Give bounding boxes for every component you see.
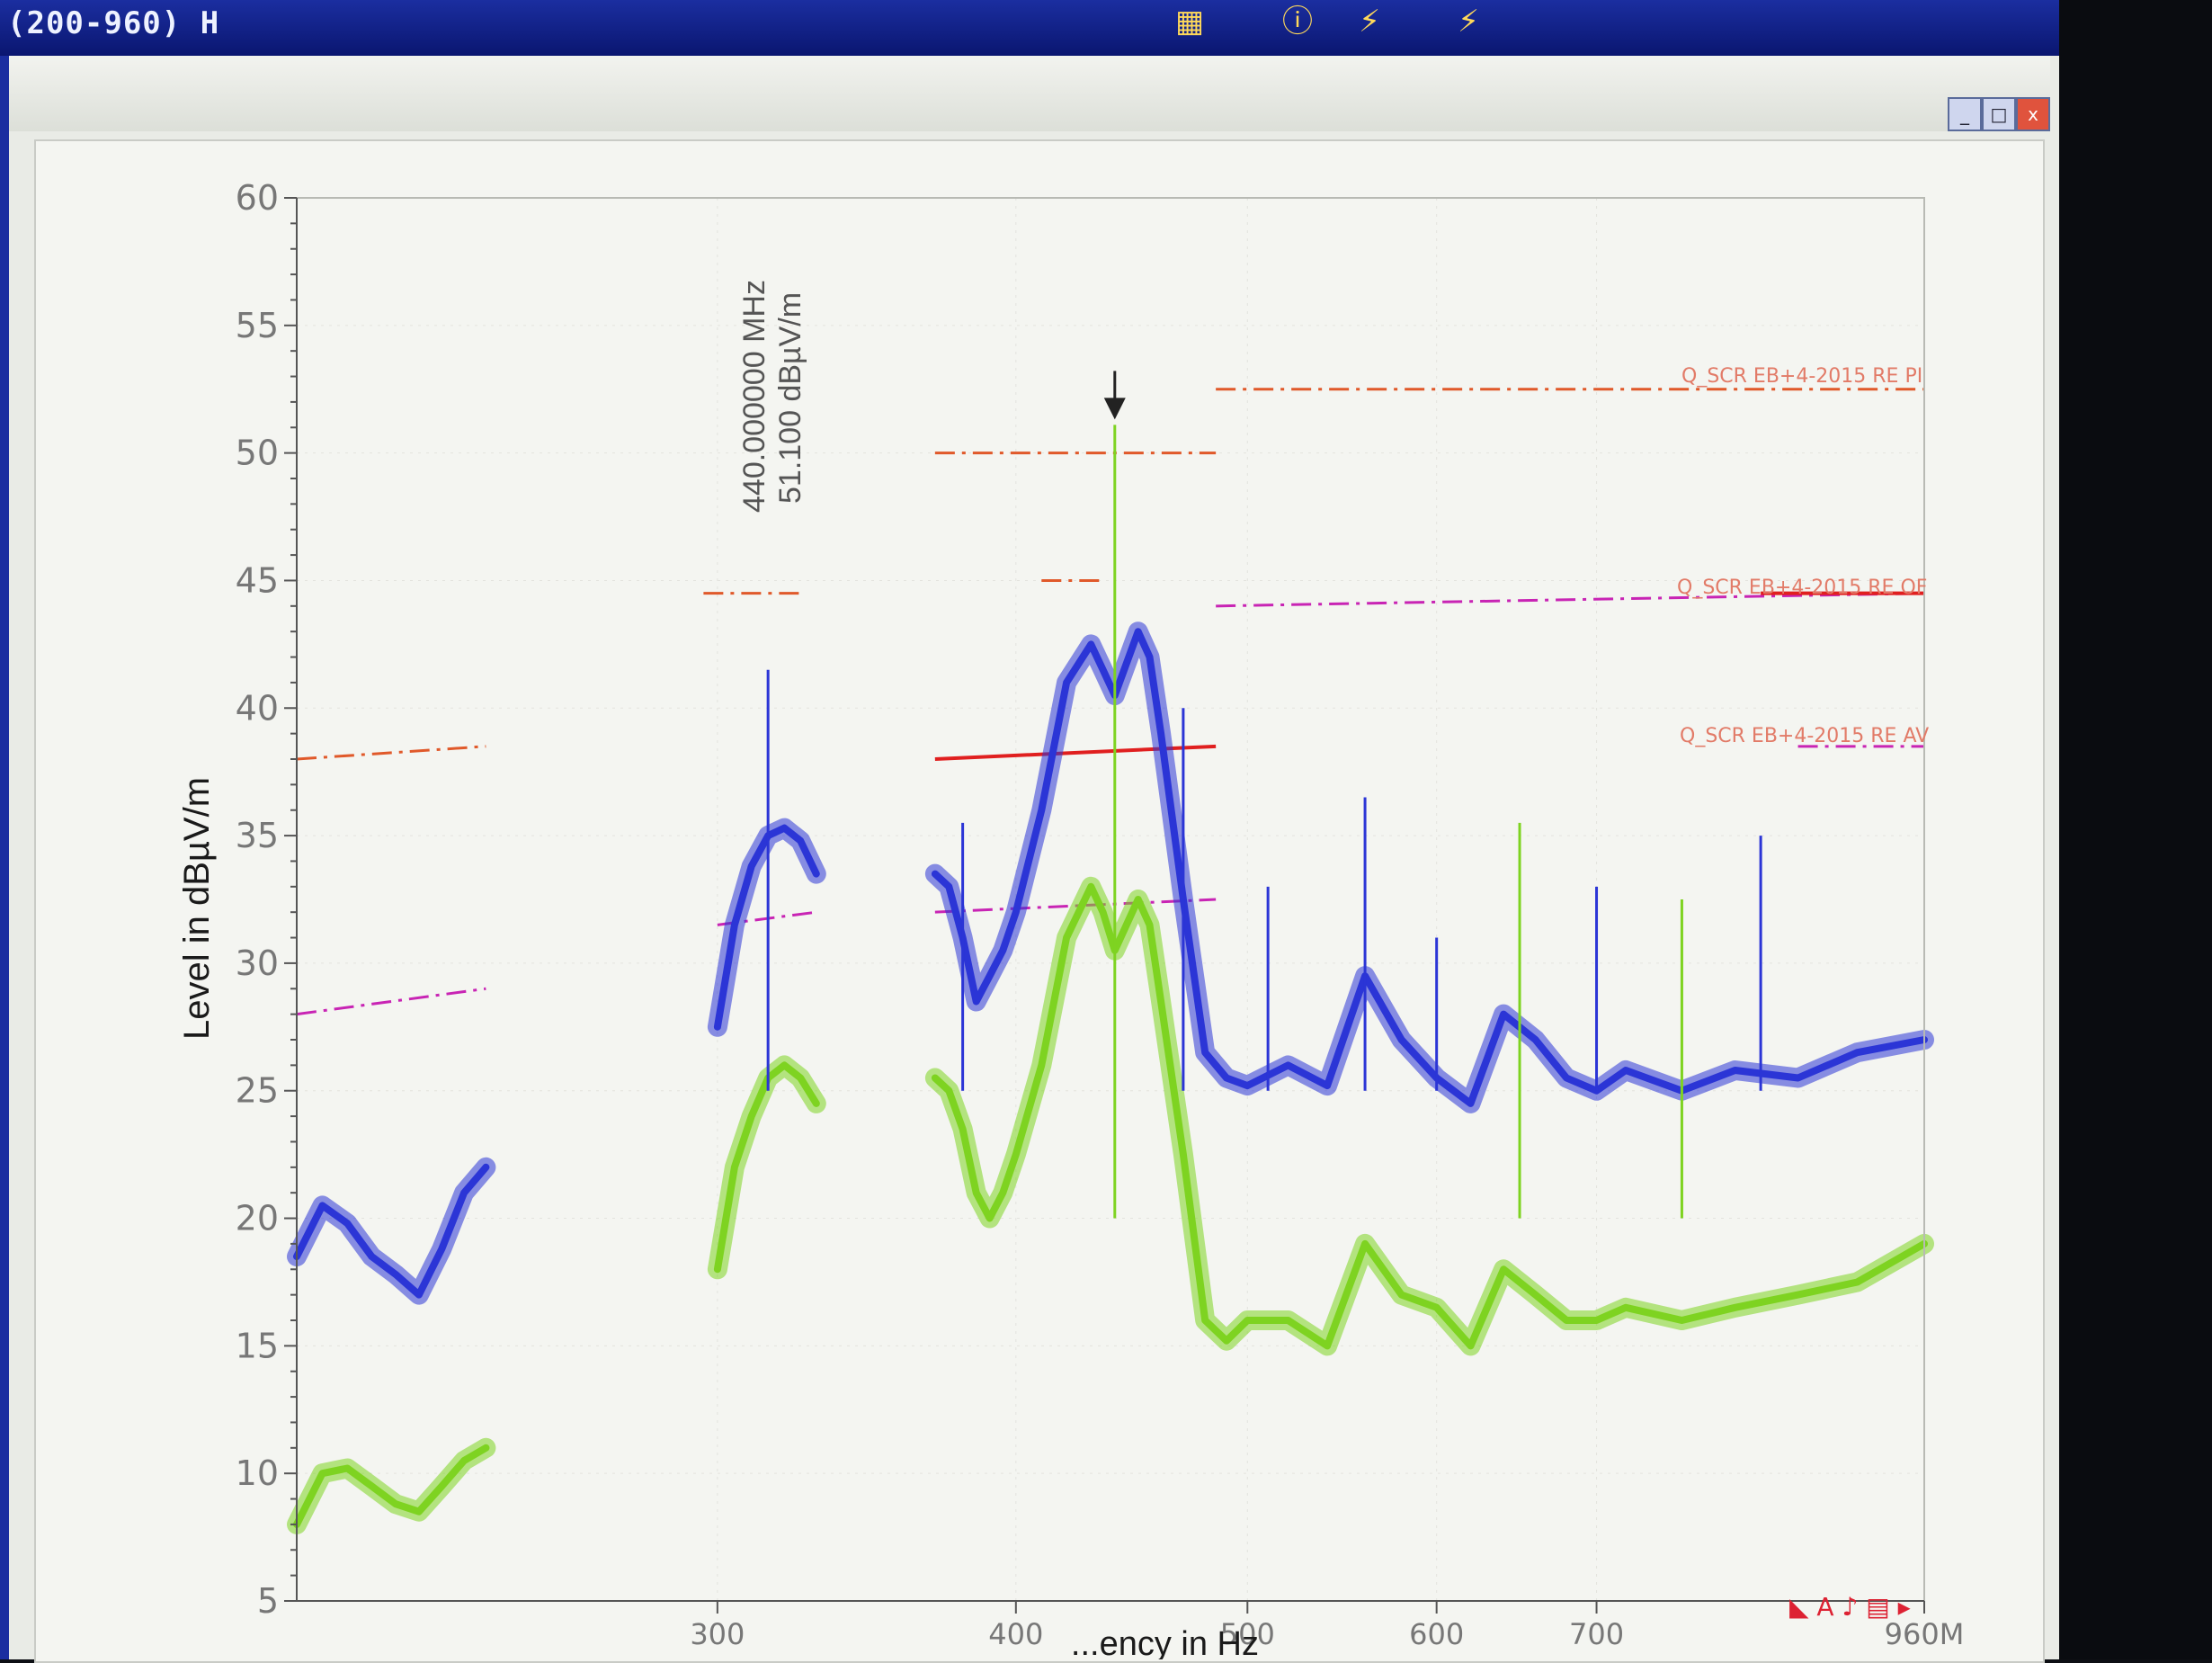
limit-line (296, 987, 486, 1016)
status-bar-icons: ◣ A ♪ ▤ ▸ (1789, 1592, 1911, 1622)
y-tick-label: 10 (236, 1453, 279, 1493)
trace-band (287, 1437, 496, 1534)
y-tick-label: 15 (236, 1326, 279, 1365)
x-tick-label: 700 (1569, 1617, 1624, 1651)
x-tick-label: 400 (988, 1617, 1043, 1651)
marker-frequency-label: 440.000000 MHz (737, 280, 772, 513)
y-tick-label: 40 (236, 688, 279, 728)
marker-level-label: 51.100 dBµV/m (773, 292, 807, 504)
trace-line (931, 628, 1928, 1107)
x-tick-label: 600 (1409, 1617, 1464, 1651)
spike-markers (766, 425, 1762, 1219)
y-tick-label: 55 (236, 306, 279, 345)
trace-line (931, 882, 1928, 1350)
y-tick-label: 45 (236, 560, 279, 600)
y-tick-label: 5 (257, 1581, 279, 1621)
measurement-traces (287, 621, 1934, 1534)
x-tick-label: 300 (690, 1617, 745, 1651)
limit-labels: Q_SCR EB+4-2015 RE PI Q_SCR EB+4-2015 RE… (1677, 365, 1929, 747)
limit-label-qp: Q_SCR EB+4-2015 RE OF (1677, 577, 1927, 599)
x-axis-label: ...ency in Hz (1071, 1625, 1259, 1659)
y-tick-label: 30 (236, 943, 279, 983)
peak-marker[interactable]: 440.000000 MHz 51.100 dBµV/m (737, 280, 1126, 513)
limit-label-pk: Q_SCR EB+4-2015 RE PI (1681, 365, 1922, 388)
trace-band (924, 621, 1934, 1113)
trace-band (924, 876, 1934, 1356)
y-tick-label: 60 (236, 178, 279, 218)
y-tick-label: 25 (236, 1071, 279, 1111)
emission-chart: 51015202530354045505560300 400 500 600 700 96… (177, 178, 1965, 1659)
y-tick-label: 35 (236, 816, 279, 855)
y-tick-label: 20 (236, 1199, 279, 1238)
y-axis-label: Level in dBµV/m (177, 777, 217, 1040)
marker-arrow-icon (1103, 398, 1126, 420)
limit-label-av: Q_SCR EB+4-2015 RE AV (1680, 725, 1929, 747)
trace-band (287, 1157, 496, 1305)
y-tick-label: 50 (236, 434, 279, 473)
limit-line (296, 745, 486, 761)
x-tick-label: 960M (1885, 1617, 1965, 1651)
